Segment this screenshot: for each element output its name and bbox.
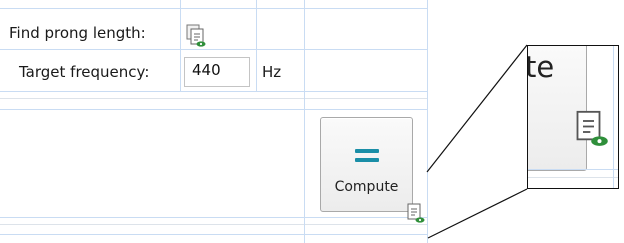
grid-line — [528, 169, 618, 170]
output-document-icon — [572, 110, 616, 158]
zoom-inset: te — [527, 45, 619, 189]
zoom-button-text: te — [527, 50, 555, 84]
grid-line — [528, 177, 618, 178]
